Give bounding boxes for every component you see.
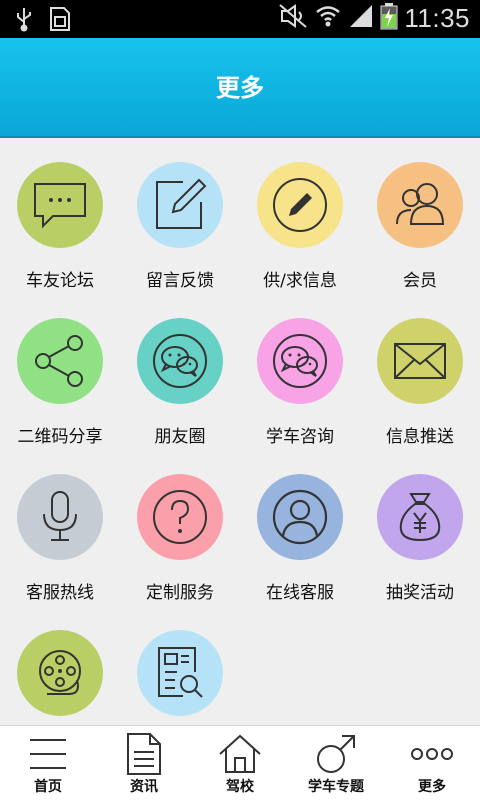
home-icon	[219, 734, 261, 773]
title-bar: 更多	[0, 38, 480, 138]
search-document-icon	[158, 647, 203, 698]
user-icon	[272, 489, 328, 545]
battery-charging-icon	[380, 2, 398, 34]
male-icon	[317, 735, 355, 773]
usb-icon	[14, 6, 34, 36]
grid-item-circle	[17, 318, 103, 404]
bottom-nav: 首页 资讯 驾校 学车专题 更多	[0, 725, 480, 800]
grid-item-circle	[17, 630, 103, 716]
grid-item-circle	[137, 318, 223, 404]
grid-item-circle	[377, 318, 463, 404]
nav-item-home[interactable]: 首页	[0, 726, 96, 800]
status-bar: 11:35	[0, 0, 480, 38]
page-title: 更多	[216, 74, 264, 102]
clock: 11:35	[404, 2, 470, 33]
grid-item-label: 车友论坛	[26, 271, 94, 291]
pencil-icon	[273, 178, 327, 232]
nav-item-driving-school[interactable]: 驾校	[192, 726, 288, 800]
grid-item-label: 在线客服	[266, 583, 334, 603]
grid-item-label: 信息推送	[386, 427, 454, 447]
nav-label: 首页	[34, 779, 62, 795]
wechat-icon	[273, 334, 327, 388]
members-icon	[396, 183, 445, 225]
nav-label: 学车专题	[308, 779, 364, 795]
nav-label: 资讯	[130, 779, 158, 795]
grid-item-qr-share[interactable]: 二维码分享	[0, 296, 120, 452]
money-bag-icon	[399, 493, 441, 542]
grid-item-circle	[17, 162, 103, 248]
grid-item-circle	[257, 474, 343, 560]
edit-icon	[156, 178, 207, 229]
grid-item-hotline[interactable]: 客服热线	[0, 452, 120, 608]
grid-item-search-docs[interactable]	[120, 608, 240, 725]
grid-item-label: 朋友圈	[154, 427, 206, 447]
grid-item-circle	[257, 162, 343, 248]
grid-item-car-forum[interactable]: 车友论坛	[0, 140, 120, 296]
grid-item-supply-demand[interactable]: 供/求信息	[240, 140, 360, 296]
grid-item-label: 客服热线	[26, 583, 94, 603]
share-icon	[35, 335, 83, 387]
wechat-icon	[153, 334, 207, 388]
grid-item-custom-service[interactable]: 定制服务	[120, 452, 240, 608]
grid-item-video[interactable]	[0, 608, 120, 725]
microphone-icon	[43, 491, 77, 541]
grid-item-circle	[137, 162, 223, 248]
chat-bubble-icon	[34, 183, 86, 229]
grid-item-label: 留言反馈	[146, 271, 214, 291]
nav-label: 驾校	[226, 779, 254, 795]
grid-item-label: 二维码分享	[17, 427, 103, 447]
feature-grid: 车友论坛 留言反馈 供/求信息 会员 二维码分享 朋友圈 学车咨询 信息推送 客…	[0, 140, 480, 725]
grid-item-driving-consult[interactable]: 学车咨询	[240, 296, 360, 452]
grid-item-circle	[137, 630, 223, 716]
signal-icon	[348, 3, 374, 33]
grid-item-label: 供/求信息	[263, 271, 337, 291]
sim-icon	[48, 6, 72, 36]
nav-item-topics[interactable]: 学车专题	[288, 726, 384, 800]
question-icon	[153, 490, 207, 544]
nav-item-more[interactable]: 更多	[384, 726, 480, 800]
nav-item-news[interactable]: 资讯	[96, 726, 192, 800]
film-reel-icon	[39, 650, 81, 695]
grid-item-circle	[17, 474, 103, 560]
wifi-icon	[314, 3, 342, 33]
grid-item-circle	[377, 474, 463, 560]
more-icon	[411, 748, 453, 760]
grid-item-label: 学车咨询	[266, 427, 334, 447]
mail-icon	[394, 343, 446, 379]
grid-item-label: 抽奖活动	[386, 583, 454, 603]
grid-item-moments[interactable]: 朋友圈	[120, 296, 240, 452]
mute-icon	[278, 3, 308, 33]
document-icon	[127, 733, 161, 775]
grid-item-circle	[257, 318, 343, 404]
grid-item-members[interactable]: 会员	[360, 140, 480, 296]
grid-item-label: 定制服务	[146, 583, 214, 603]
grid-item-label: 会员	[403, 271, 437, 291]
menu-icon	[30, 739, 66, 769]
grid-item-lottery[interactable]: 抽奖活动	[360, 452, 480, 608]
grid-item-online-support[interactable]: 在线客服	[240, 452, 360, 608]
grid-item-circle	[377, 162, 463, 248]
grid-item-push-notifications[interactable]: 信息推送	[360, 296, 480, 452]
nav-label: 更多	[418, 779, 446, 795]
grid-item-feedback[interactable]: 留言反馈	[120, 140, 240, 296]
grid-item-circle	[137, 474, 223, 560]
